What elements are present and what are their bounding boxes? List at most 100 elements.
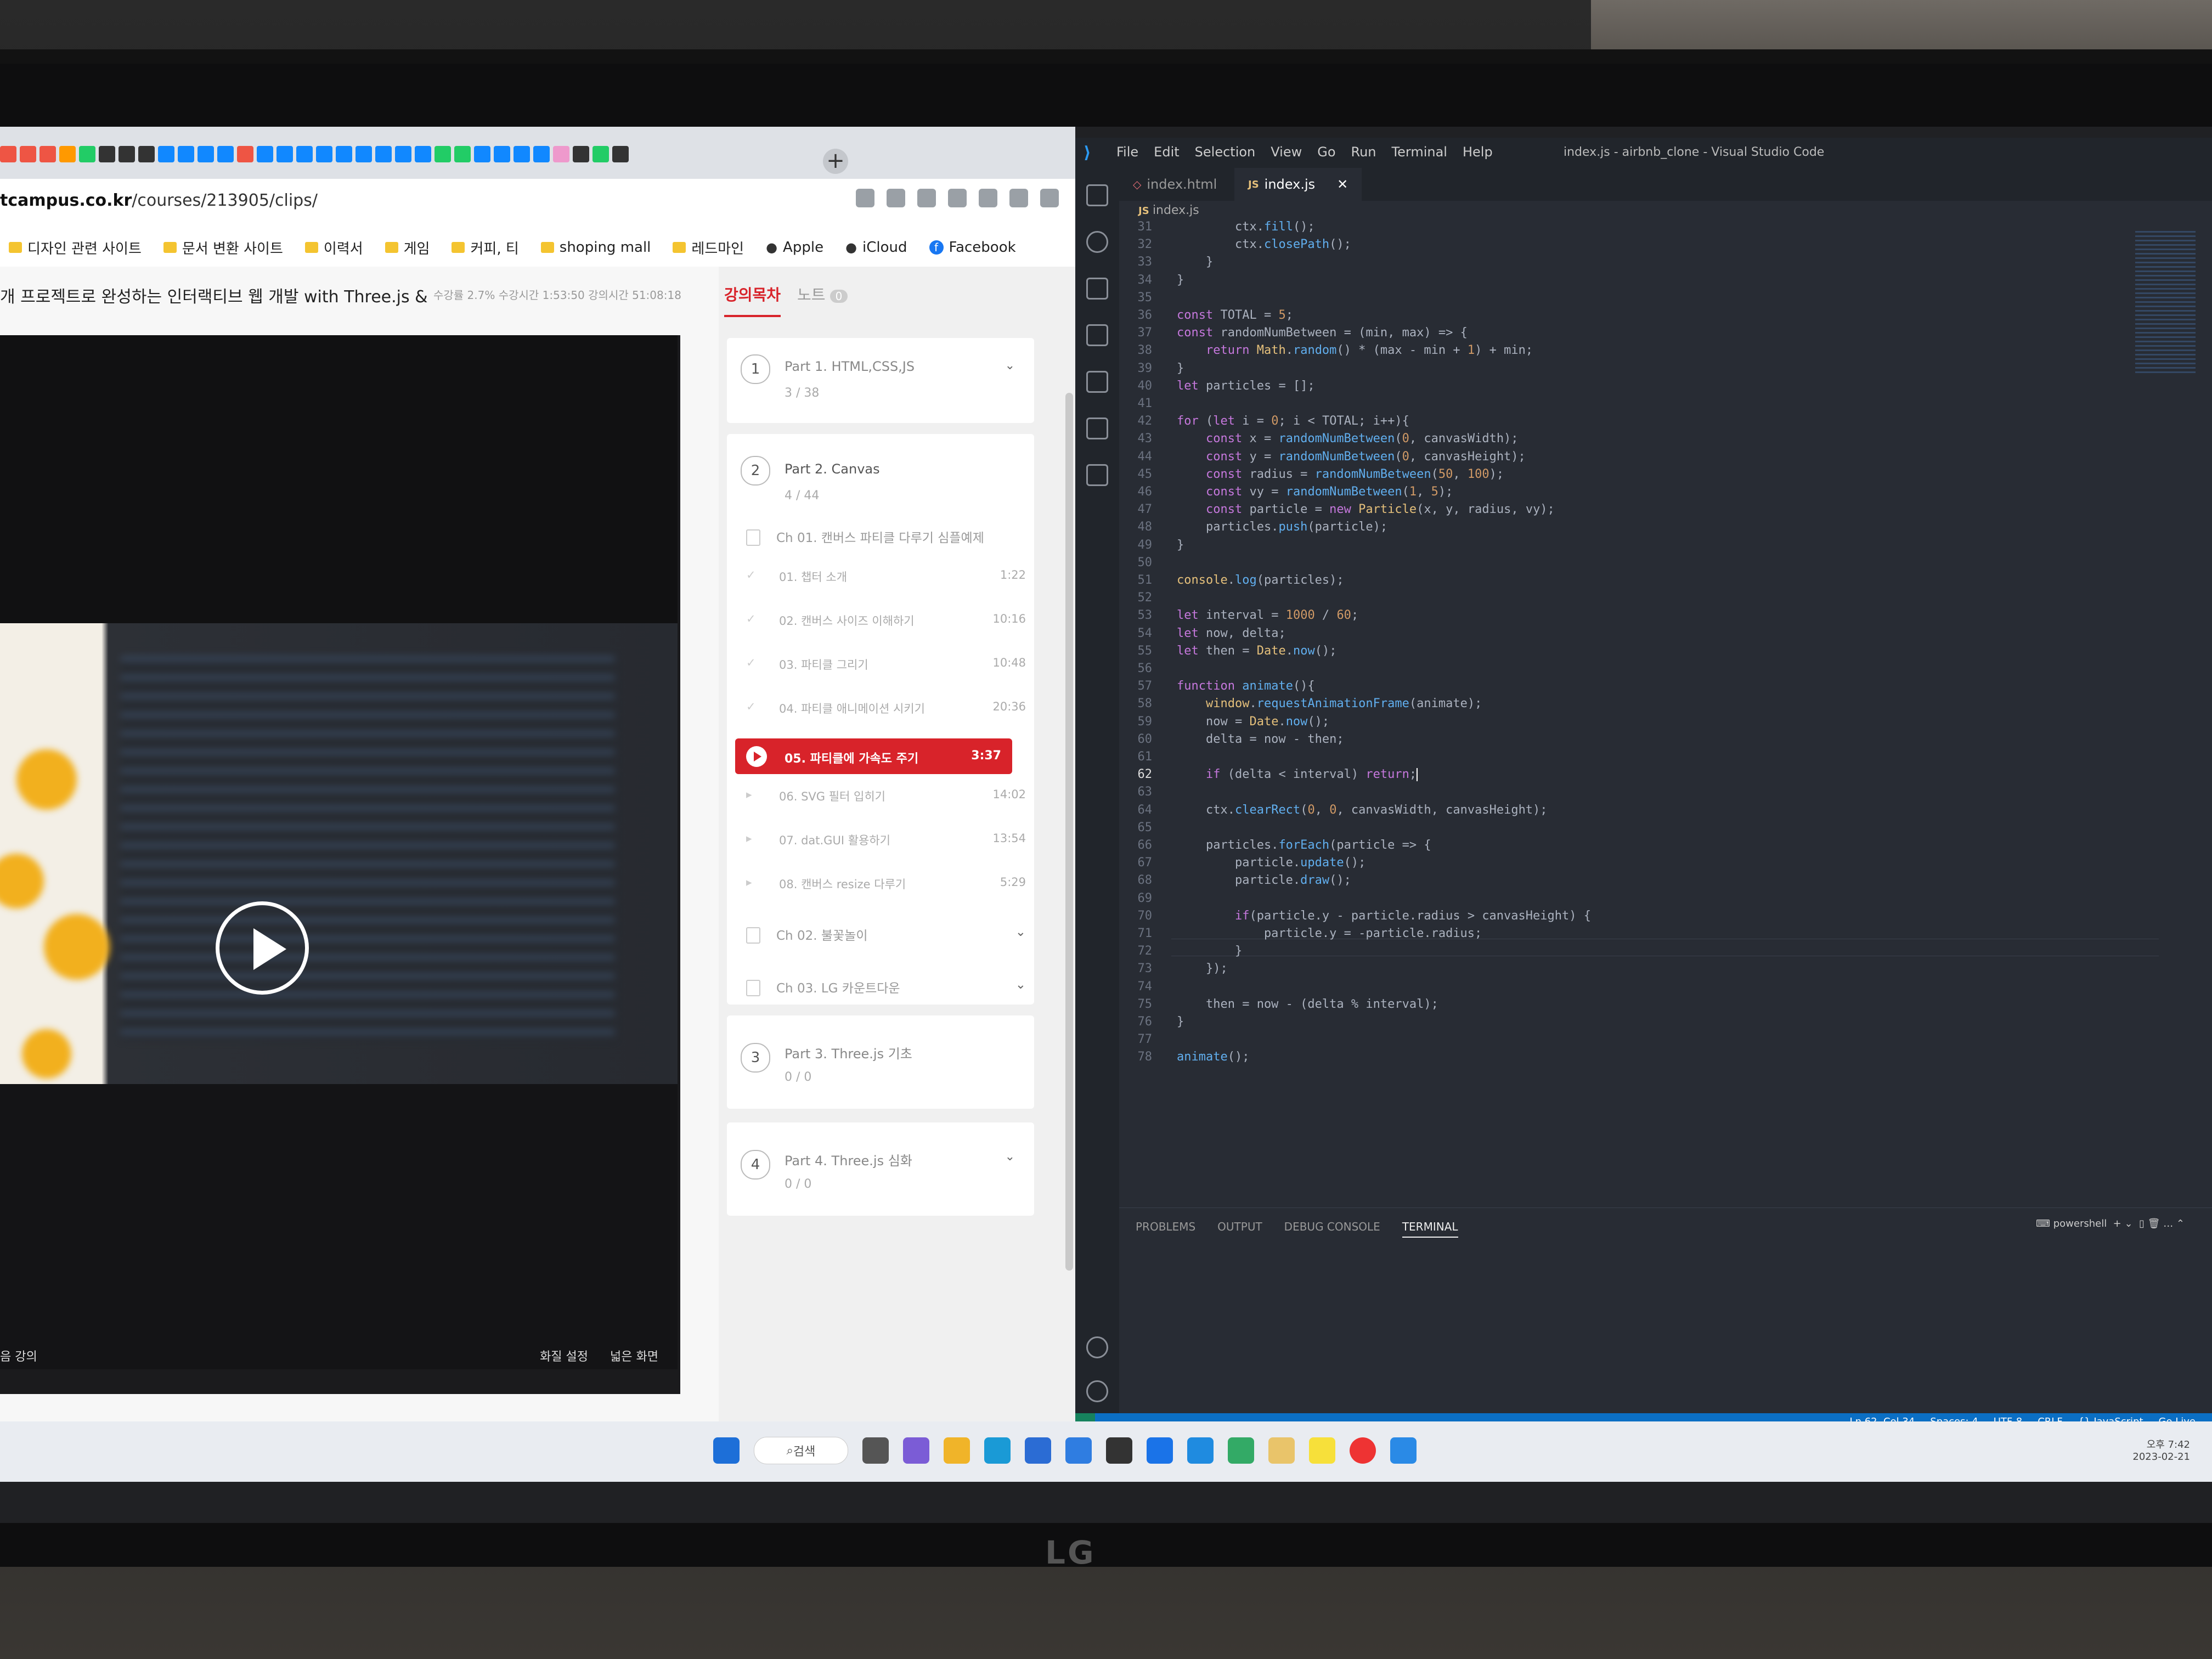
browser-tab-favicon[interactable] [296, 146, 313, 162]
bookmark-item[interactable]: ● iCloud [845, 239, 907, 256]
browser-tab-favicon[interactable] [40, 146, 56, 162]
quality-button[interactable]: 화질 설정 [540, 1347, 588, 1364]
browser-tab-favicon[interactable] [553, 146, 569, 162]
part-2[interactable]: 2 Part 2. Canvas 4 / 44 Ch 01. 캔버스 파티클 다… [727, 434, 1034, 1154]
browser-tab-favicon[interactable] [592, 146, 609, 162]
explorer-icon[interactable] [1086, 184, 1108, 206]
browser-tab-favicon[interactable] [356, 146, 372, 162]
chevron-down-icon[interactable]: ⌄ [1015, 925, 1026, 939]
task-view-icon[interactable] [862, 1437, 889, 1464]
chevron-down-icon[interactable]: ⌄ [1005, 1150, 1015, 1164]
taskbar-search[interactable]: ⌕ 검색 [754, 1437, 848, 1464]
run-debug-icon[interactable] [1086, 324, 1108, 346]
menu-selection[interactable]: Selection [1195, 144, 1256, 160]
panel-tab-output[interactable]: OUTPUT [1217, 1220, 1262, 1238]
browser-tab-favicon[interactable] [316, 146, 332, 162]
chapter-item[interactable]: Ch 02. 불꽃놀이 ⌄ [746, 925, 1031, 947]
menu-terminal[interactable]: Terminal [1392, 144, 1447, 160]
bookmark-item[interactable]: ● Apple [766, 239, 823, 256]
browser-tab-favicon[interactable] [454, 146, 471, 162]
part-1[interactable]: 1 Part 1. HTML,CSS,JS 3 / 38 ⌄ [727, 338, 1034, 423]
file-explorer-icon[interactable] [944, 1437, 970, 1464]
browser-tab-favicon[interactable] [119, 146, 135, 162]
menu-run[interactable]: Run [1351, 144, 1376, 160]
close-icon[interactable]: ✕ [1337, 177, 1348, 192]
store-icon[interactable] [1025, 1437, 1051, 1464]
browser-tab-favicon[interactable] [59, 146, 76, 162]
browser-tab-favicon[interactable] [178, 146, 194, 162]
browser-tab-favicon[interactable] [415, 146, 431, 162]
browser-tab-favicon[interactable] [237, 146, 253, 162]
extension-icon[interactable] [917, 189, 936, 207]
part-4[interactable]: 4 Part 4. Three.js 심화 0 / 0 ⌄ [727, 1122, 1034, 1216]
account-icon[interactable] [1086, 1336, 1108, 1358]
menu-help[interactable]: Help [1463, 144, 1493, 160]
lesson-item[interactable]: ✓ 04. 파티클 애니메이션 시키기 20:36 [746, 700, 1031, 722]
url-text[interactable]: tcampus.co.kr/courses/213905/clips/ [0, 191, 318, 210]
browser-tab-favicon[interactable] [375, 146, 392, 162]
system-tray[interactable]: 오후 7:42 2023-02-21 [2132, 1437, 2190, 1463]
new-tab-button[interactable]: + [823, 149, 848, 174]
browser-tab-favicon[interactable] [336, 146, 352, 162]
browser-tab-favicon[interactable] [79, 146, 95, 162]
menu-icon[interactable] [1040, 189, 1059, 207]
puzzle-icon[interactable] [979, 189, 997, 207]
lesson-item[interactable]: ✓ 03. 파티클 그리기 10:48 [746, 656, 1031, 678]
prev-lecture-label[interactable]: 음 강의 [0, 1347, 37, 1364]
browser-tab-favicon[interactable] [257, 146, 273, 162]
vscode-icon[interactable] [1390, 1437, 1417, 1464]
address-bar[interactable]: tcampus.co.kr/courses/213905/clips/ [0, 179, 1075, 229]
edge-icon[interactable] [984, 1437, 1011, 1464]
docker-icon[interactable] [1086, 464, 1108, 486]
tab-note[interactable]: 노트 0 [797, 283, 848, 317]
bookmark-item[interactable]: 문서 변환 사이트 [163, 238, 283, 258]
lesson-item[interactable]: ▸ 08. 캔버스 resize 다루기 5:29 [746, 876, 1031, 898]
lesson-current[interactable]: 05. 파티클에 가속도 주기 3:37 [735, 738, 1012, 774]
tab-index-js[interactable]: JS index.js ✕ [1234, 168, 1362, 201]
terminal-shell[interactable]: ⌨ powershell + ⌄ ▯ 🗑 … ⌃ [2036, 1218, 2185, 1229]
folder-icon[interactable] [1268, 1437, 1295, 1464]
app-icon[interactable] [1065, 1437, 1092, 1464]
tab-index-html[interactable]: ◇ index.html [1119, 168, 1231, 201]
lesson-item[interactable]: ▸ 07. dat.GUI 활용하기 13:54 [746, 832, 1031, 854]
windows-start-icon[interactable] [713, 1437, 740, 1464]
bookmark-item[interactable]: 디자인 관련 사이트 [9, 238, 142, 258]
browser-tab-favicon[interactable] [158, 146, 174, 162]
terminal-icon[interactable] [1106, 1437, 1132, 1464]
bookmark-item[interactable]: 게임 [385, 238, 430, 258]
lesson-item[interactable]: ▸ 06. SVG 필터 입히기 14:02 [746, 788, 1031, 810]
chevron-down-icon[interactable]: ⌄ [1015, 978, 1026, 992]
browser-tab-favicon[interactable] [99, 146, 115, 162]
browser-tab-favicon[interactable] [20, 146, 36, 162]
source-control-icon[interactable] [1086, 278, 1108, 300]
panel-tab-problems[interactable]: PROBLEMS [1136, 1220, 1195, 1238]
search-icon[interactable] [1086, 231, 1108, 253]
breadcrumb[interactable]: JS index.js [1138, 204, 1199, 217]
maps-icon[interactable] [1147, 1437, 1173, 1464]
teams-icon[interactable] [903, 1437, 929, 1464]
minimap[interactable] [2135, 231, 2196, 374]
tab-toc[interactable]: 강의목차 [724, 283, 781, 317]
kakaotalk-icon[interactable] [1309, 1437, 1335, 1464]
play-icon[interactable] [216, 901, 309, 995]
lesson-item[interactable]: ✓ 01. 챕터 소개 1:22 [746, 568, 1031, 590]
profile-icon[interactable] [1009, 189, 1028, 207]
code-editor[interactable]: 31 ctx.fill(); 32 ctx.closePath(); 33 } 34}… [1119, 220, 2212, 1202]
browser-tab-favicon[interactable] [217, 146, 234, 162]
wide-screen-button[interactable]: 넓은 화면 [610, 1347, 658, 1364]
menu-go[interactable]: Go [1317, 144, 1335, 160]
chrome-icon[interactable] [1350, 1437, 1376, 1464]
browser-tab-favicon[interactable] [612, 146, 629, 162]
browser-tab-favicon[interactable] [395, 146, 411, 162]
browser-tab-favicon[interactable] [0, 146, 16, 162]
browser-tab-favicon[interactable] [494, 146, 510, 162]
extensions-icon[interactable] [1086, 371, 1108, 393]
bookmark-item[interactable]: 커피, 티 [452, 238, 519, 258]
browser-tab-favicon[interactable] [276, 146, 293, 162]
part-3[interactable]: 3 Part 3. Three.js 기초 0 / 0 [727, 1015, 1034, 1109]
browser-tabs[interactable] [0, 146, 790, 168]
bookmark-item[interactable]: 레드마인 [673, 238, 744, 258]
browser-tab-favicon[interactable] [198, 146, 214, 162]
menu-view[interactable]: View [1271, 144, 1302, 160]
app-icon[interactable] [1187, 1437, 1214, 1464]
